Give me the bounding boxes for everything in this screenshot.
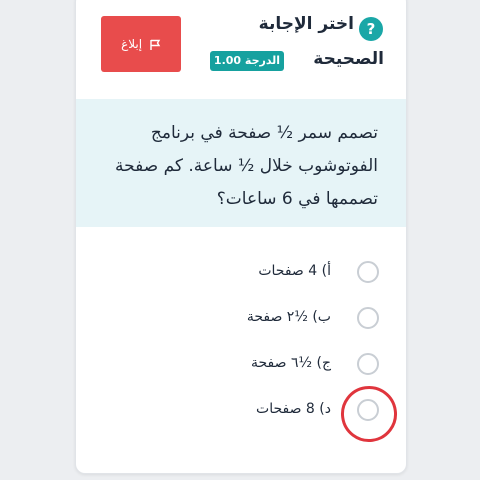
answer-option-label: أ) 4 صفحات	[258, 263, 331, 279]
answer-option-b[interactable]: ب) ½٢ صفحة	[76, 303, 406, 333]
answer-option-label: د) 8 صفحات	[256, 401, 331, 417]
instruction-title: اختر الإجابة	[258, 14, 354, 34]
instruction-title-cont: الصحيحة	[313, 49, 384, 69]
answer-option-c[interactable]: ج) ½٦ صفحة	[76, 349, 406, 379]
grade-badge: الدرجة 1.00	[210, 51, 284, 71]
radio-button[interactable]	[357, 353, 379, 375]
answer-option-label: ب) ½٢ صفحة	[246, 309, 331, 325]
report-button[interactable]: إبلاغ	[101, 16, 181, 72]
question-text: تصمم سمر ½ صفحة في برنامج الفوتوشوب خلال…	[115, 123, 378, 209]
report-label: إبلاغ	[121, 37, 143, 51]
radio-button[interactable]	[357, 261, 379, 283]
radio-button[interactable]	[357, 307, 379, 329]
question-box: تصمم سمر ½ صفحة في برنامج الفوتوشوب خلال…	[76, 99, 406, 227]
answer-option-a[interactable]: أ) 4 صفحات	[76, 257, 406, 287]
flag-icon	[150, 39, 161, 50]
question-mark-icon[interactable]: ?	[359, 17, 383, 41]
question-header: ? اختر الإجابة الصحيحة الدرجة 1.00 إبلاغ	[76, 0, 406, 99]
answer-option-label: ج) ½٦ صفحة	[250, 355, 331, 371]
